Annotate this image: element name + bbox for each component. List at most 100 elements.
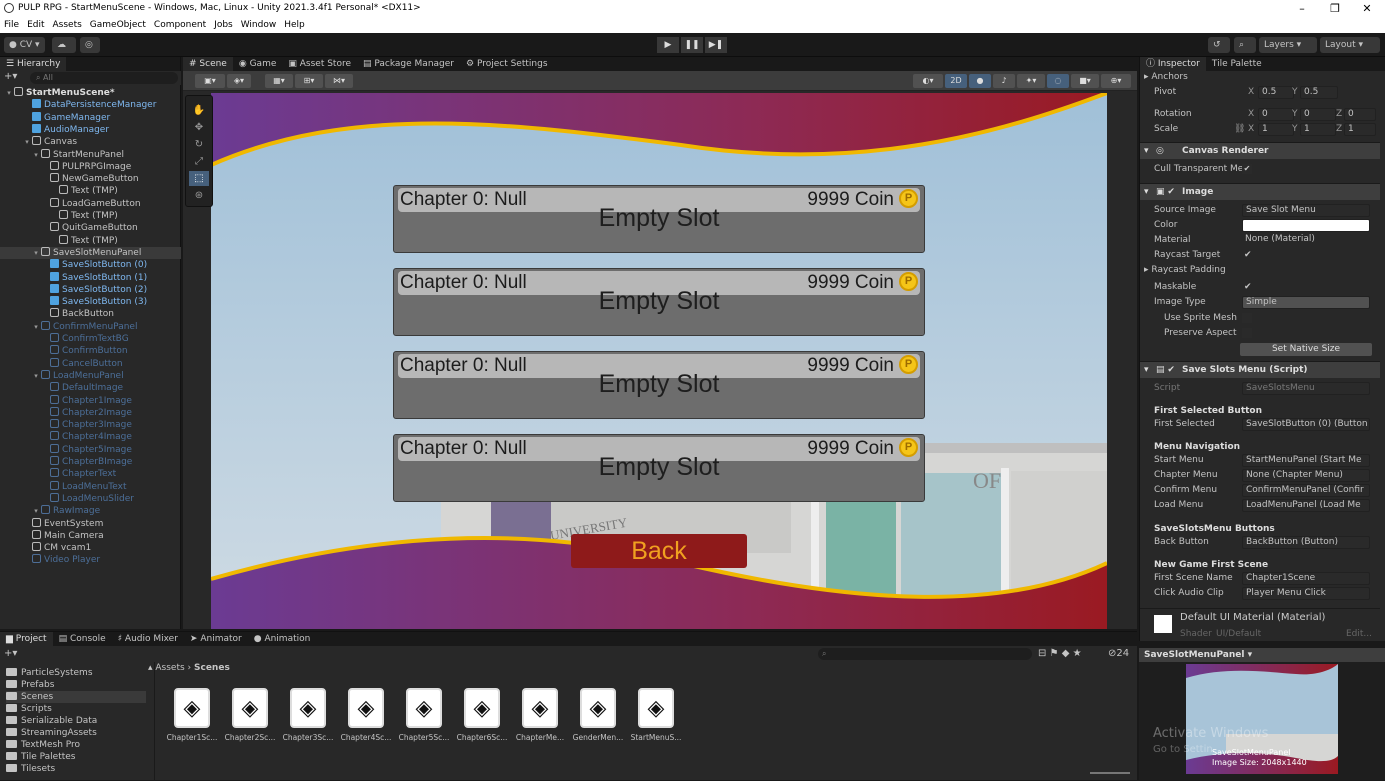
rotation-y-field[interactable]: 0 xyxy=(1300,108,1336,121)
back-button[interactable]: Back xyxy=(571,534,747,568)
save-slot-button-2[interactable]: Chapter 0: Null 9999 Coin P Empty Slot xyxy=(393,351,925,419)
menu-help[interactable]: Help xyxy=(280,17,309,33)
set-native-size-button[interactable]: Set Native Size xyxy=(1240,343,1372,356)
scale-x-field[interactable]: 1 xyxy=(1258,123,1294,136)
hierarchy-item[interactable]: ▾ Canvas xyxy=(0,136,181,148)
canvas-renderer-header[interactable]: ▾ ◎ Canvas Renderer xyxy=(1140,142,1380,159)
hierarchy-item[interactable]: SaveSlotButton (2) xyxy=(0,283,181,296)
hierarchy-item[interactable]: Chapter1Image xyxy=(0,394,181,407)
hierarchy-item[interactable]: EventSystem xyxy=(0,517,181,530)
collab-icon[interactable]: ◎ xyxy=(80,37,100,53)
scene-asset[interactable]: Chapter4Sc... xyxy=(340,688,392,742)
menu-component[interactable]: Component xyxy=(150,17,210,33)
raycast-target-checkbox[interactable]: ✔ xyxy=(1244,248,1252,263)
rotation-z-field[interactable]: 0 xyxy=(1344,108,1376,121)
folder-scenes[interactable]: Scenes xyxy=(6,691,146,703)
hierarchy-item[interactable]: AudioManager xyxy=(0,123,181,136)
hierarchy-item[interactable]: ChapterText xyxy=(0,468,181,480)
tab-animator[interactable]: ➤ Animator xyxy=(184,632,248,646)
scene-viewport[interactable]: OF UNIVERSITY Chapter 0: Null 9999 Coin … xyxy=(211,93,1107,629)
cull-checkbox[interactable]: ✔ xyxy=(1242,164,1252,174)
add-icon[interactable]: +▾ xyxy=(4,648,17,659)
maskable-checkbox[interactable]: ✔ xyxy=(1244,280,1252,295)
preserve-aspect-checkbox[interactable] xyxy=(1242,328,1252,338)
source-image-field[interactable]: Save Slot Menu xyxy=(1242,204,1370,217)
filter-icons[interactable]: ⊟ ⚑ ◆ ★ xyxy=(1038,648,1082,659)
scene-asset[interactable]: Chapter2Sc... xyxy=(224,688,276,742)
menu-window[interactable]: Window xyxy=(237,17,281,33)
hidden-objects-icon[interactable]: ◌ xyxy=(1047,74,1069,88)
hierarchy-item[interactable]: ▾ RawImage xyxy=(0,505,181,517)
maximize-icon[interactable]: ❐ xyxy=(1318,0,1352,17)
hierarchy-item[interactable]: SaveSlotButton (1) xyxy=(0,271,181,284)
save-slots-menu-script-header[interactable]: ▾ ▤ ✔ Save Slots Menu (Script) xyxy=(1140,361,1380,378)
tab-package-manager[interactable]: ▤ Package Manager xyxy=(357,57,460,71)
hierarchy-item[interactable]: GameManager xyxy=(0,111,181,124)
transform-tool-icon[interactable]: ⊛ xyxy=(189,188,209,203)
pause-button[interactable]: ❚❚ xyxy=(681,37,703,53)
image-header[interactable]: ▾ ▣ ✔ Image xyxy=(1140,183,1380,200)
align-icon[interactable]: ⋈▾ xyxy=(325,74,353,88)
gizmo-orientation-icon[interactable]: ◐▾ xyxy=(913,74,943,88)
tab-project-settings[interactable]: ⚙ Project Settings xyxy=(460,57,554,71)
close-icon[interactable]: ✕ xyxy=(1350,0,1384,17)
scale-z-field[interactable]: 1 xyxy=(1344,123,1376,136)
layers-dropdown[interactable]: Layers ▾ xyxy=(1259,37,1317,53)
rotation-x-field[interactable]: 0 xyxy=(1258,108,1294,121)
move-tool-icon[interactable]: ✥ xyxy=(189,120,209,135)
camera-icon[interactable]: ■▾ xyxy=(1071,74,1099,88)
folder-serializable-data[interactable]: Serializable Data xyxy=(6,715,146,727)
history-icon[interactable]: ↺ xyxy=(1208,37,1230,53)
hierarchy-item[interactable]: DefaultImage xyxy=(0,382,181,394)
rect-tool-icon[interactable]: ⬚ xyxy=(189,171,209,186)
tab-hierarchy[interactable]: ☰ Hierarchy xyxy=(0,57,67,71)
color-swatch[interactable] xyxy=(1242,219,1370,232)
scene-asset[interactable]: ChapterMe... xyxy=(514,688,566,742)
play-button[interactable]: ▶ xyxy=(657,37,679,53)
first-selected-field[interactable]: SaveSlotButton (0) (Button xyxy=(1242,418,1370,431)
menu-jobs[interactable]: Jobs xyxy=(210,17,237,33)
render-mode-icon[interactable]: ◈▾ xyxy=(227,74,251,88)
image-type-dropdown[interactable]: Simple xyxy=(1242,296,1370,309)
drag-handle[interactable] xyxy=(189,97,209,101)
raycast-padding-row[interactable]: ▸ Raycast Padding xyxy=(1140,263,1380,278)
zoom-slider[interactable] xyxy=(1090,772,1130,774)
save-slot-button-1[interactable]: Chapter 0: Null 9999 Coin P Empty Slot xyxy=(393,268,925,336)
hierarchy-item[interactable]: LoadMenuSlider xyxy=(0,492,181,505)
add-icon[interactable]: +▾ xyxy=(4,71,17,82)
hierarchy-item[interactable]: ▾ SaveSlotMenuPanel xyxy=(0,246,181,260)
tab-audio-mixer[interactable]: ♯ Audio Mixer xyxy=(112,632,184,646)
first-scene-field[interactable]: Chapter1Scene xyxy=(1242,572,1370,585)
increment-snap-icon[interactable]: ⊞▾ xyxy=(295,74,323,88)
tab-asset-store[interactable]: ▣ Asset Store xyxy=(282,57,357,71)
project-search-input[interactable]: ⌕ xyxy=(818,648,1032,660)
menu-file[interactable]: File xyxy=(0,17,23,33)
tab-project[interactable]: ▆ Project xyxy=(0,632,53,646)
foldout-arrow-icon[interactable]: ▾ xyxy=(31,370,41,382)
save-slot-button-0[interactable]: Chapter 0: Null 9999 Coin P Empty Slot xyxy=(393,185,925,253)
rotate-tool-icon[interactable]: ↻ xyxy=(189,137,209,152)
foldout-arrow-icon[interactable]: ▾ xyxy=(31,505,41,517)
hierarchy-item[interactable]: SaveSlotButton (3) xyxy=(0,296,181,308)
hierarchy-item[interactable]: Text (TMP) xyxy=(0,185,181,197)
use-sprite-mesh-checkbox[interactable] xyxy=(1242,313,1252,323)
hierarchy-item[interactable]: PULPRPGImage xyxy=(0,160,181,173)
hierarchy-item[interactable]: LoadMenuText xyxy=(0,480,181,493)
preview-title[interactable]: SaveSlotMenuPanel ▾ xyxy=(1139,648,1385,662)
hierarchy-item[interactable]: Video Player xyxy=(0,554,181,566)
tab-game[interactable]: ◉ Game xyxy=(233,57,283,71)
foldout-arrow-icon[interactable]: ▾ xyxy=(31,321,41,333)
layout-dropdown[interactable]: Layout ▾ xyxy=(1320,37,1380,53)
hierarchy-item[interactable]: Chapter5Image xyxy=(0,443,181,456)
hierarchy-item[interactable]: NewGameButton xyxy=(0,173,181,185)
cloud-icon[interactable]: ☁ xyxy=(52,37,76,53)
menu-edit[interactable]: Edit xyxy=(23,17,48,33)
hierarchy-item[interactable]: ▾ ConfirmMenuPanel xyxy=(0,320,181,333)
link-icon[interactable]: ⛓ xyxy=(1234,122,1245,137)
shader-edit-button[interactable]: Edit... xyxy=(1346,629,1372,639)
pivot-y-field[interactable]: 0.5 xyxy=(1300,86,1338,99)
search-input[interactable]: ⌕ All xyxy=(30,72,178,84)
account-dropdown[interactable]: ● CV ▾ xyxy=(4,37,45,53)
hierarchy-item[interactable]: ▾ LoadMenuPanel xyxy=(0,369,181,382)
minimize-icon[interactable]: – xyxy=(1285,0,1319,17)
